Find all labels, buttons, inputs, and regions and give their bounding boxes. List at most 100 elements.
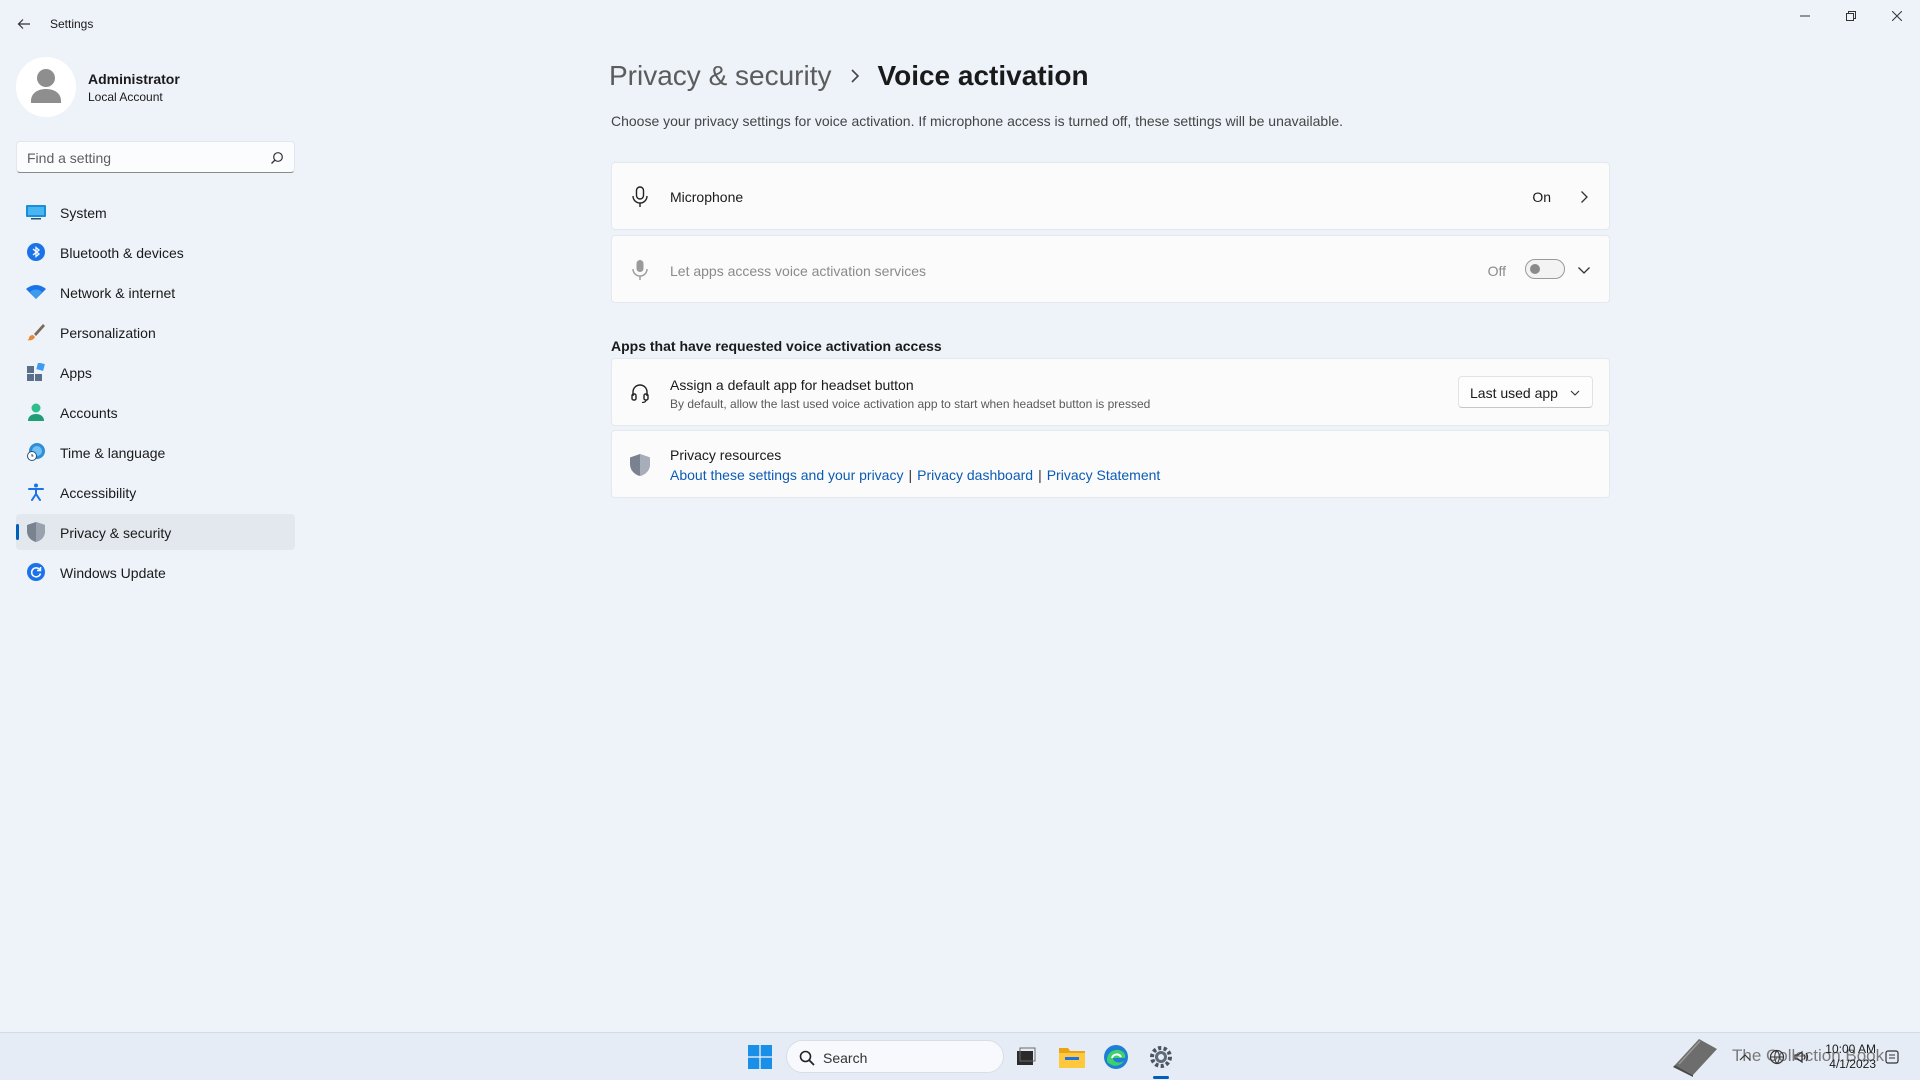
sidebar-item-label: Accessibility <box>60 485 137 501</box>
about-settings-link[interactable]: About these settings and your privacy <box>670 467 903 483</box>
profile-name: Administrator <box>88 71 180 87</box>
restore-button[interactable] <box>1828 4 1874 28</box>
back-button[interactable] <box>12 12 36 36</box>
settings-app-button[interactable] <box>1145 1041 1177 1073</box>
default-app-dropdown[interactable]: Last used app <box>1458 376 1593 408</box>
edge-icon <box>1104 1045 1128 1069</box>
sidebar-item-time-language[interactable]: Time & language <box>16 434 295 470</box>
globe-clock-icon <box>26 442 46 462</box>
sidebar-nav: System Bluetooth & devices Network & int… <box>16 194 295 594</box>
restore-icon <box>1846 11 1856 21</box>
book-icon <box>1673 1039 1717 1077</box>
sidebar-item-label: Bluetooth & devices <box>60 245 184 261</box>
chevron-down-icon[interactable] <box>1577 263 1591 277</box>
notification-icon[interactable] <box>1884 1049 1900 1065</box>
folder-icon <box>1059 1048 1085 1068</box>
voice-activation-toggle[interactable] <box>1525 259 1565 279</box>
microphone-icon <box>628 258 652 282</box>
chevron-right-icon <box>1581 191 1588 203</box>
sidebar-item-accounts[interactable]: Accounts <box>16 394 295 430</box>
accessibility-icon <box>26 482 46 502</box>
chevron-down-icon <box>1570 390 1580 396</box>
book-widget[interactable] <box>1666 1033 1726 1079</box>
sidebar-item-label: Windows Update <box>60 565 166 581</box>
taskbar-search[interactable]: Search <box>786 1040 1004 1073</box>
settings-search[interactable] <box>16 141 295 173</box>
microphone-icon <box>628 185 652 209</box>
user-profile[interactable]: Administrator Local Account <box>16 57 306 117</box>
sidebar-item-label: Apps <box>60 365 92 381</box>
link-separator: | <box>1038 467 1042 483</box>
minimize-button[interactable] <box>1782 4 1828 28</box>
sidebar-item-label: Accounts <box>60 405 118 421</box>
clock-date: 4/1/2023 <box>1829 1057 1876 1071</box>
privacy-resources: Privacy resources About these settings a… <box>611 430 1610 498</box>
person-icon <box>26 402 46 422</box>
toggle-state-label: Off <box>1487 263 1506 279</box>
search-input[interactable] <box>27 148 257 168</box>
headset-icon <box>628 381 652 405</box>
active-app-indicator <box>1153 1076 1169 1079</box>
taskbar-search-label: Search <box>823 1050 868 1066</box>
apps-icon <box>26 362 46 382</box>
breadcrumb-parent[interactable]: Privacy & security <box>609 60 832 92</box>
headset-description: By default, allow the last used voice ac… <box>670 397 1151 411</box>
refresh-icon <box>26 562 46 582</box>
monitor-icon <box>26 202 46 222</box>
sidebar-item-label: Time & language <box>60 445 166 461</box>
close-button[interactable] <box>1874 4 1920 28</box>
user-avatar-icon <box>16 57 76 117</box>
brush-icon <box>26 322 46 342</box>
app-title: Settings <box>50 17 94 31</box>
chevron-right-icon <box>850 69 860 83</box>
sidebar-item-windows-update[interactable]: Windows Update <box>16 554 295 590</box>
voice-activation-access-label: Let apps access voice activation service… <box>670 263 927 279</box>
minimize-icon <box>1800 15 1810 17</box>
sidebar-item-apps[interactable]: Apps <box>16 354 295 390</box>
network-globe-icon[interactable] <box>1769 1049 1785 1065</box>
start-button[interactable] <box>744 1041 776 1073</box>
sidebar-item-network[interactable]: Network & internet <box>16 274 295 310</box>
task-view-icon <box>1017 1047 1036 1065</box>
search-icon[interactable] <box>270 151 284 165</box>
close-icon <box>1892 11 1902 21</box>
privacy-resources-title: Privacy resources <box>670 447 782 463</box>
section-heading: Apps that have requested voice activatio… <box>611 338 942 354</box>
task-view-button[interactable] <box>1010 1041 1042 1073</box>
privacy-dashboard-link[interactable]: Privacy dashboard <box>917 467 1033 483</box>
clock-time: 10:00 AM <box>1825 1042 1876 1056</box>
system-clock[interactable]: 10:00 AM 4/1/2023 <box>1818 1042 1876 1072</box>
gear-icon <box>1150 1046 1172 1068</box>
toggle-knob <box>1530 264 1540 274</box>
file-explorer-button[interactable] <box>1056 1041 1088 1073</box>
sidebar-item-privacy-security[interactable]: Privacy & security <box>16 514 295 550</box>
sidebar-item-bluetooth[interactable]: Bluetooth & devices <box>16 234 295 270</box>
microphone-label: Microphone <box>670 189 744 205</box>
arrow-left-icon <box>17 19 30 29</box>
sidebar-item-label: Personalization <box>60 325 156 341</box>
microphone-setting[interactable]: Microphone On <box>611 162 1610 230</box>
privacy-statement-link[interactable]: Privacy Statement <box>1047 467 1161 483</box>
wifi-icon <box>26 282 46 302</box>
sidebar-item-accessibility[interactable]: Accessibility <box>16 474 295 510</box>
page-title: Voice activation <box>877 60 1089 91</box>
sidebar-item-personalization[interactable]: Personalization <box>16 314 295 350</box>
sidebar-item-label: System <box>60 205 107 221</box>
sidebar-item-system[interactable]: System <box>16 194 295 230</box>
taskbar: Search The Collection Book 10:00 AM 4/1/… <box>0 1032 1920 1080</box>
breadcrumb: Privacy & security Voice activation <box>609 56 1089 96</box>
edge-browser-button[interactable] <box>1100 1041 1132 1073</box>
shield-icon <box>628 453 652 477</box>
headset-title: Assign a default app for headset button <box>670 377 914 393</box>
sidebar-item-label: Privacy & security <box>60 525 172 541</box>
link-separator: | <box>908 467 913 483</box>
privacy-links: About these settings and your privacy | … <box>670 467 1160 483</box>
avatar <box>16 57 76 117</box>
volume-icon[interactable] <box>1793 1049 1809 1065</box>
microphone-status: On <box>1532 189 1551 205</box>
search-icon <box>799 1050 815 1066</box>
voice-activation-access-setting[interactable]: Let apps access voice activation service… <box>611 235 1610 303</box>
windows-logo-icon <box>748 1045 772 1069</box>
headset-button-setting: Assign a default app for headset button … <box>611 358 1610 426</box>
chevron-up-icon[interactable] <box>1737 1049 1753 1065</box>
